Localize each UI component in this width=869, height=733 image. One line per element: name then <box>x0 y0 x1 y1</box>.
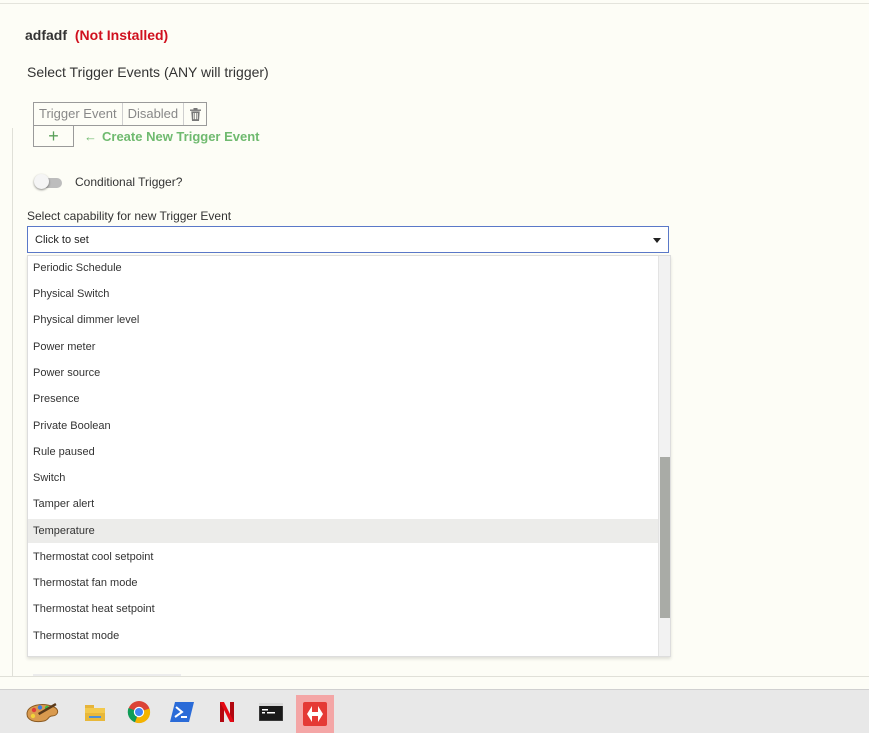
dropdown-option-temperature[interactable]: Temperature <box>28 519 658 543</box>
install-status: (Not Installed) <box>74 27 169 43</box>
arrow-left-icon: ← <box>84 128 97 144</box>
option-label: Physical dimmer level <box>33 314 140 326</box>
add-trigger-row: + ← Create New Trigger Event <box>33 125 260 147</box>
dropdown-option-thermostat-mode[interactable]: Thermostat mode <box>28 624 658 648</box>
dropdown-option-presence[interactable]: Presence <box>28 387 658 411</box>
column-disabled: Disabled <box>123 103 185 125</box>
column-trigger-event: Trigger Event <box>34 103 123 125</box>
dropdown-option-rule-paused[interactable]: Rule paused <box>28 440 658 464</box>
dropdown-option-power-source[interactable]: Power source <box>28 361 658 385</box>
remote-desktop-icon[interactable] <box>296 695 334 733</box>
top-divider <box>0 3 869 4</box>
option-label: Periodic Schedule <box>33 262 122 274</box>
toggle-knob <box>34 174 49 189</box>
left-divider <box>12 128 13 676</box>
option-label: Temperature <box>33 525 95 537</box>
option-label: Physical Switch <box>33 288 110 300</box>
dropdown-option-private-boolean[interactable]: Private Boolean <box>28 414 658 438</box>
conditional-trigger-toggle[interactable] <box>34 174 62 189</box>
capability-select-label: Select capability for new Trigger Event <box>27 209 232 223</box>
chrome-icon[interactable] <box>124 697 154 727</box>
dropdown-option-physical-switch[interactable]: Physical Switch <box>28 282 658 306</box>
option-label: Power source <box>33 367 101 379</box>
app-name: adfadf <box>25 27 67 43</box>
option-label: Switch <box>33 472 66 484</box>
netflix-icon[interactable] <box>212 697 242 727</box>
terminal-icon[interactable] <box>256 697 286 727</box>
dropdown-option-tamper-alert[interactable]: Tamper alert <box>28 492 658 516</box>
option-label: Thermostat mode <box>33 630 120 642</box>
option-label: Rule paused <box>33 446 95 458</box>
add-trigger-button[interactable]: + <box>33 125 74 147</box>
dropdown-scrollbar[interactable] <box>658 256 670 656</box>
create-new-trigger-label: Create New Trigger Event <box>102 128 260 144</box>
create-new-trigger-link[interactable]: ← Create New Trigger Event <box>84 129 260 144</box>
caret-down-icon <box>653 238 661 243</box>
capability-select-value: Click to set <box>35 234 89 246</box>
capability-dropdown-list: Periodic Schedule Physical Switch Physic… <box>27 255 671 657</box>
dropdown-option-physical-dimmer-level[interactable]: Physical dimmer level <box>28 308 658 332</box>
dropdown-option-thermostat-heat-setpoint[interactable]: Thermostat heat setpoint <box>28 597 658 621</box>
conditional-trigger-label: Conditional Trigger? <box>75 175 183 189</box>
dropdown-option-switch[interactable]: Switch <box>28 466 658 490</box>
trigger-events-table: Trigger Event Disabled <box>33 102 208 126</box>
option-label: Tamper alert <box>33 498 95 510</box>
dropdown-option-power-meter[interactable]: Power meter <box>28 335 658 359</box>
powershell-icon[interactable] <box>167 697 197 727</box>
dropdown-option-periodic-schedule[interactable]: Periodic Schedule <box>28 256 658 280</box>
file-explorer-icon[interactable] <box>80 697 110 727</box>
taskbar <box>0 689 869 733</box>
hidden-control-edge <box>33 674 181 676</box>
scrollbar-thumb[interactable] <box>660 457 670 618</box>
app-title: adfadf (Not Installed) <box>25 27 168 43</box>
bottom-divider <box>0 676 869 677</box>
option-label: Presence <box>33 393 80 405</box>
dropdown-option-thermostat-cool-setpoint[interactable]: Thermostat cool setpoint <box>28 545 658 569</box>
option-label: Thermostat cool setpoint <box>33 551 154 563</box>
trash-icon[interactable] <box>184 103 206 125</box>
capability-select[interactable]: Click to set <box>27 226 669 253</box>
paint-palette-icon[interactable] <box>22 697 62 727</box>
section-title: Select Trigger Events (ANY will trigger) <box>27 64 269 80</box>
option-label: Private Boolean <box>33 420 111 432</box>
option-label: Thermostat fan mode <box>33 577 138 589</box>
option-label: Thermostat heat setpoint <box>33 603 155 615</box>
option-label: Power meter <box>33 341 96 353</box>
dropdown-option-thermostat-fan-mode[interactable]: Thermostat fan mode <box>28 571 658 595</box>
